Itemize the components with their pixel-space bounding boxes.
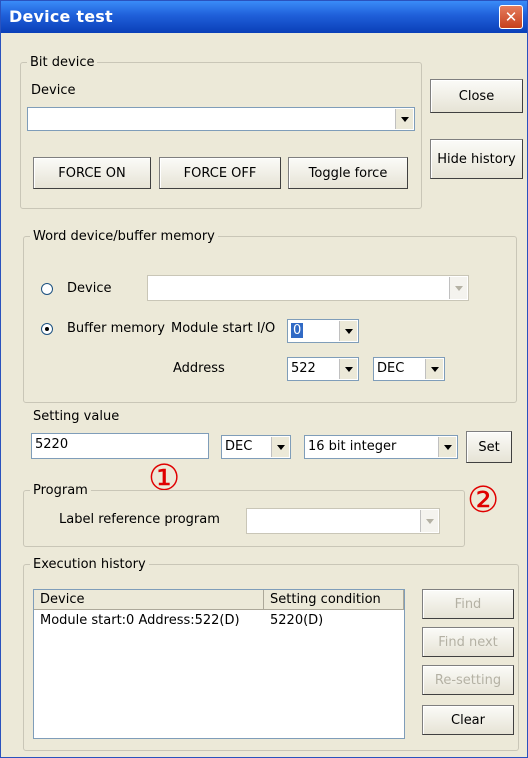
- toggle-force-button[interactable]: Toggle force: [288, 157, 408, 189]
- setting-value-text: 5220: [35, 437, 69, 452]
- address-label: Address: [173, 361, 225, 376]
- bit-device-legend: Bit device: [30, 55, 95, 70]
- word-device-legend: Word device/buffer memory: [33, 229, 215, 244]
- bit-device-dropdown-icon[interactable]: [395, 109, 413, 129]
- module-start-label: Module start I/O: [171, 321, 276, 336]
- setting-format-combo[interactable]: DEC: [221, 435, 291, 459]
- device-radio[interactable]: [41, 283, 53, 295]
- module-start-combo[interactable]: 0: [287, 319, 359, 343]
- title-bar: Device test ✕: [1, 1, 527, 33]
- module-start-dropdown-icon[interactable]: [339, 321, 357, 341]
- buffer-memory-radio[interactable]: [41, 323, 53, 335]
- module-start-value: 0: [291, 323, 304, 338]
- buffer-memory-label: Buffer memory: [67, 321, 165, 336]
- setting-value-input[interactable]: 5220: [31, 433, 209, 459]
- setting-value-label: Setting value: [33, 409, 120, 424]
- execution-history-legend: Execution history: [33, 557, 146, 572]
- device-test-window: Device test ✕ Bit device Device FORCE ON…: [0, 0, 528, 758]
- clear-button[interactable]: Clear: [422, 705, 514, 735]
- bit-device-combo[interactable]: [27, 107, 415, 131]
- address-format-combo[interactable]: DEC: [373, 357, 445, 381]
- address-combo[interactable]: 522: [287, 357, 359, 381]
- find-next-button[interactable]: Find next: [422, 627, 514, 657]
- find-button[interactable]: Find: [422, 589, 514, 619]
- word-device-dropdown-icon: [449, 277, 467, 299]
- address-format-value: DEC: [377, 361, 405, 376]
- close-window-icon[interactable]: ✕: [499, 5, 523, 29]
- force-on-button[interactable]: FORCE ON: [33, 157, 151, 189]
- resetting-button[interactable]: Re-setting: [422, 665, 514, 695]
- set-button[interactable]: Set: [466, 431, 512, 463]
- setting-format-dropdown-icon[interactable]: [271, 437, 289, 457]
- bit-device-label: Device: [31, 83, 76, 98]
- label-reference-program-label: Label reference program: [59, 512, 220, 527]
- label-reference-program-combo: [246, 508, 440, 534]
- force-off-button[interactable]: FORCE OFF: [159, 157, 281, 189]
- data-type-value: 16 bit integer: [308, 439, 397, 454]
- setting-format-value: DEC: [225, 439, 253, 454]
- address-dropdown-icon[interactable]: [339, 359, 357, 379]
- history-cell-condition: 5220(D): [270, 613, 324, 628]
- column-header-setting-condition[interactable]: Setting condition: [264, 590, 404, 610]
- address-value: 522: [291, 361, 316, 376]
- hide-history-button[interactable]: Hide history: [430, 139, 523, 179]
- history-list[interactable]: Device Setting condition Module start:0 …: [33, 589, 405, 739]
- close-button[interactable]: Close: [430, 79, 523, 113]
- window-title: Device test: [9, 7, 113, 26]
- column-header-device[interactable]: Device: [34, 590, 264, 610]
- address-format-dropdown-icon[interactable]: [425, 359, 443, 379]
- device-radio-label: Device: [67, 281, 112, 296]
- table-row[interactable]: Module start:0 Address:522(D) 5220(D): [34, 611, 404, 629]
- data-type-dropdown-icon[interactable]: [438, 437, 456, 457]
- word-device-combo: [147, 275, 469, 301]
- label-reference-program-dropdown-icon: [420, 510, 438, 532]
- annotation-two: ②: [467, 480, 500, 521]
- data-type-combo[interactable]: 16 bit integer: [304, 435, 458, 459]
- program-legend: Program: [33, 483, 88, 498]
- history-cell-device: Module start:0 Address:522(D): [40, 613, 240, 628]
